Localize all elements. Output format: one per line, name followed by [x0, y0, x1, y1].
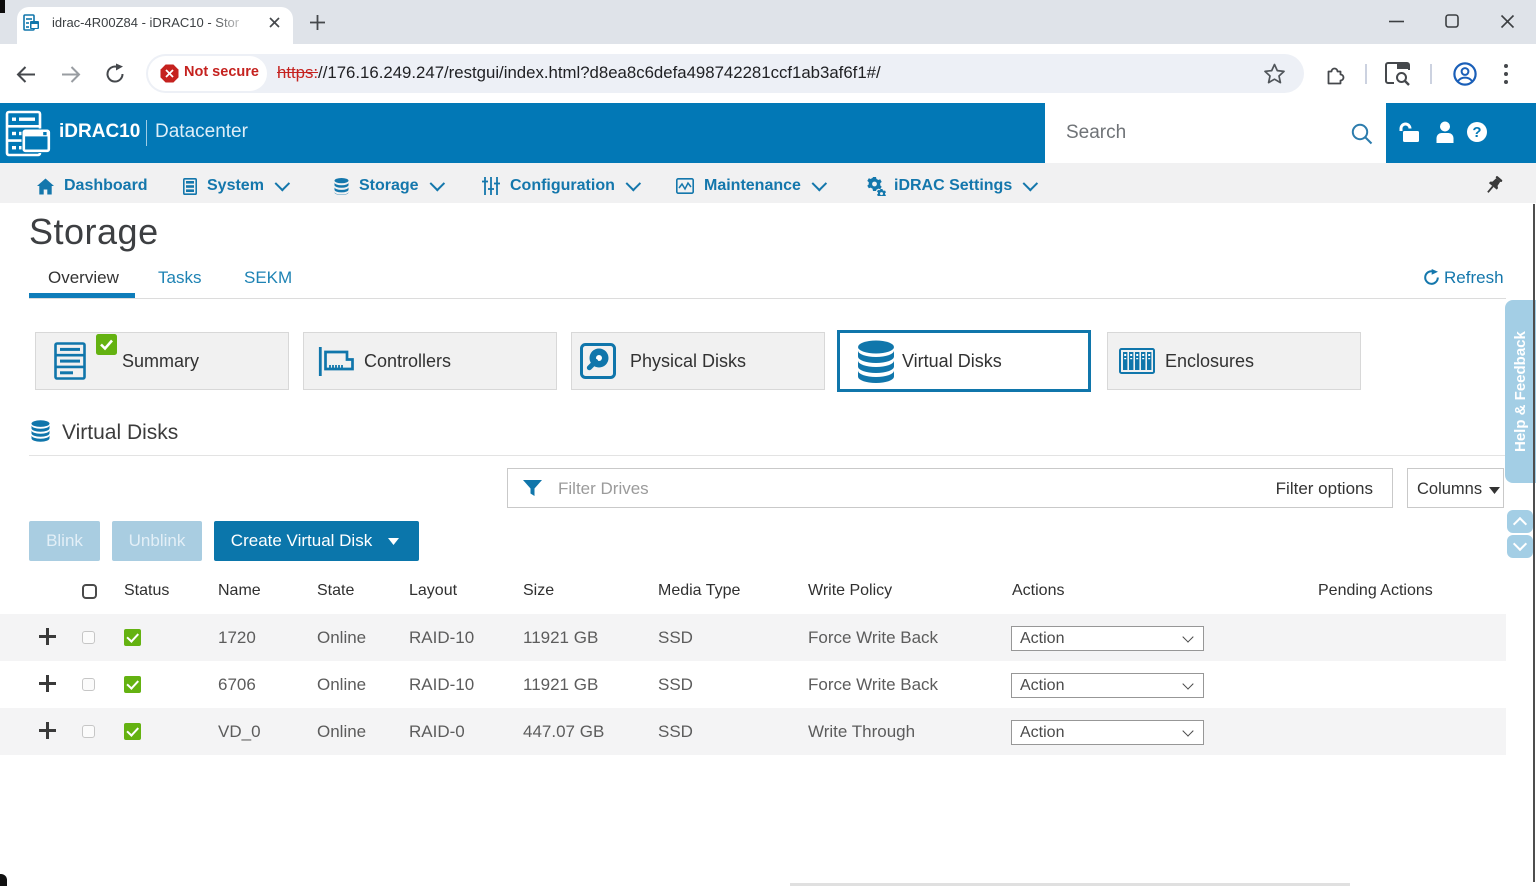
svg-text:?: ? [1472, 124, 1481, 141]
